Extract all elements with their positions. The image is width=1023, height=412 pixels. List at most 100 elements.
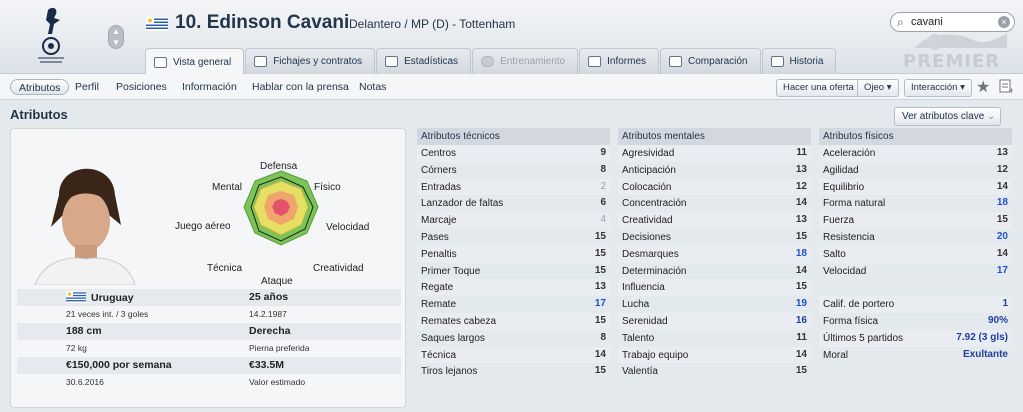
attribute-name: Forma natural <box>823 198 886 210</box>
attribute-row: Equilibrio 14 <box>819 178 1012 196</box>
tab-bar: Vista general Fichajes y contratos Estad… <box>145 48 837 75</box>
tab-history[interactable]: Historia <box>761 48 837 74</box>
attribute-name: Resistencia <box>823 231 875 243</box>
physical-attributes-header: Atributos físicos <box>819 128 1012 145</box>
date-of-birth: 14.2.1987 <box>249 309 287 319</box>
attribute-row: Forma natural 18 <box>819 195 1012 212</box>
search-input[interactable] <box>911 15 993 29</box>
attribute-value: 15 <box>795 230 807 242</box>
attribute-value: 7.92 (3 gls) <box>956 331 1008 343</box>
attribute-row: Concentración 14 <box>618 195 811 212</box>
attribute-value: 11 <box>796 147 807 158</box>
attribute-row: Forma física 90% <box>819 313 1012 330</box>
preferred-foot: Derecha <box>249 325 291 337</box>
player-info-grid: Uruguay 25 años 21 veces int. / 3 goles … <box>17 289 401 391</box>
attribute-name: Tiros lejanos <box>421 366 478 378</box>
tab-overview[interactable]: Vista general <box>145 48 245 75</box>
attribute-row: Agilidad 12 <box>819 162 1012 179</box>
attribute-name: Decisiones <box>622 231 671 243</box>
uruguay-flag-icon <box>66 291 86 303</box>
attribute-name: Calif. de portero <box>823 299 895 311</box>
make-offer-button[interactable]: Hacer una oferta <box>776 79 861 97</box>
radar-label-physical: Físico <box>314 182 341 193</box>
chevron-up-icon[interactable]: ▲ <box>109 26 123 37</box>
dropdown-arrow-icon: ▾ <box>886 82 892 93</box>
weight: 72 kg <box>66 343 87 353</box>
key-attributes-button[interactable]: Ver atributos clave ⌄ <box>894 107 1001 126</box>
mental-attributes-column: Atributos mentales Agresividad 11 Anticipa… <box>618 128 811 380</box>
tab-transfers-contracts[interactable]: Fichajes y contratos <box>245 48 376 74</box>
search-box[interactable]: ⌕ × <box>890 12 1015 32</box>
attribute-value: 14 <box>996 180 1008 192</box>
attribute-value: 14 <box>795 197 807 209</box>
attribute-row: Salto 14 <box>819 245 1012 263</box>
attribute-name: Lanzador de faltas <box>421 198 504 210</box>
attribute-value: 14 <box>795 264 807 276</box>
attribute-row: Agresividad 11 <box>618 145 811 162</box>
player-name-title: 10. Edinson Cavani <box>175 12 350 33</box>
attribute-row: Resistencia 20 <box>819 229 1012 246</box>
interaction-dropdown[interactable]: Interacción ▾ <box>904 79 972 97</box>
attribute-row: Fuerza 15 <box>819 212 1012 229</box>
tab-training[interactable]: Entrenamiento <box>472 48 579 74</box>
attribute-name: Moral <box>823 349 849 361</box>
attribute-value: 14 <box>996 247 1008 259</box>
attribute-name: Pases <box>421 231 449 243</box>
attribute-value: 18 <box>996 197 1008 209</box>
attribute-value: 90% <box>987 314 1008 326</box>
star-shortlist-icon[interactable]: ★ <box>976 77 990 97</box>
attribute-value: 6 <box>600 197 606 209</box>
club-crest-logo <box>30 4 80 68</box>
search-icon: ⌕ <box>897 15 904 29</box>
attribute-name: Colocación <box>622 181 672 193</box>
subnav-information[interactable]: Información <box>182 79 237 95</box>
attribute-name: Marcaje <box>421 215 457 227</box>
attribute-name: Velocidad <box>823 265 867 277</box>
tab-statistics[interactable]: Estadísticas <box>376 48 472 74</box>
attribute-row: Moral Exultante <box>819 347 1012 364</box>
add-note-icon[interactable]: + <box>999 78 1015 95</box>
attribute-name: Últimos 5 partidos <box>823 332 904 344</box>
attribute-row: Regate 13 <box>417 279 610 297</box>
attribute-value: 15 <box>795 365 807 377</box>
attribute-name: Centros <box>421 148 457 159</box>
attribute-value: 14 <box>795 348 807 360</box>
player-position-club: Delantero / MP (D) - Tottenham <box>349 17 516 31</box>
attribute-row: Velocidad 17 <box>819 263 1012 280</box>
player-navigation-arrows[interactable]: ▲ ▼ <box>108 25 124 49</box>
subnav-positions[interactable]: Posiciones <box>116 79 167 95</box>
chevron-down-icon[interactable]: ▼ <box>109 37 123 48</box>
subnav-attributes[interactable]: Atributos <box>10 79 70 95</box>
attribute-name: Remate <box>421 299 457 311</box>
attribute-value: 8 <box>600 163 606 175</box>
technical-attributes-header: Atributos técnicos <box>417 128 610 145</box>
physical-attributes-column: Atributos físicos Aceleración 13 Agilidad 1… <box>819 128 1012 363</box>
radar-label-technique: Técnica <box>207 263 243 274</box>
attribute-row: Marcaje 4 <box>417 212 610 229</box>
attribute-value: 19 <box>795 298 807 310</box>
attribute-row: Calif. de portero 1 <box>819 296 1012 313</box>
subnav-press[interactable]: Hablar con la prensa <box>252 79 349 95</box>
subnav-profile[interactable]: Perfil <box>75 79 99 95</box>
estimated-value-label: Valor estimado <box>249 377 306 387</box>
contract-end: 30.6.2016 <box>66 377 104 387</box>
tab-comparison[interactable]: Comparación <box>660 48 761 74</box>
attribute-value: 17 <box>996 264 1008 276</box>
mental-attributes-header: Atributos mentales <box>618 128 811 145</box>
scout-dropdown[interactable]: Ojeo ▾ <box>857 79 899 97</box>
tab-reports[interactable]: Informes <box>579 48 660 74</box>
attribute-name: Determinación <box>622 265 687 277</box>
height: 188 cm <box>66 325 102 337</box>
estimated-value: €33.5M <box>249 359 285 371</box>
profile-card-icon <box>154 56 167 68</box>
clear-search-icon[interactable]: × <box>998 16 1010 28</box>
subnav-notes[interactable]: Notas <box>359 79 386 95</box>
attribute-row: Entradas 2 <box>417 178 610 196</box>
radar-label-defense: Defensa <box>260 161 298 172</box>
attribute-name: Anticipación <box>622 164 676 176</box>
header: ▲ ▼ 10. Edinson Cavani Delantero / MP (D… <box>0 0 1023 75</box>
attribute-name: Desmarques <box>622 248 679 260</box>
attribute-name: Saques largos <box>421 332 485 344</box>
attribute-name: Talento <box>622 332 655 344</box>
international-caps: 21 veces int. / 3 goles <box>66 309 149 319</box>
